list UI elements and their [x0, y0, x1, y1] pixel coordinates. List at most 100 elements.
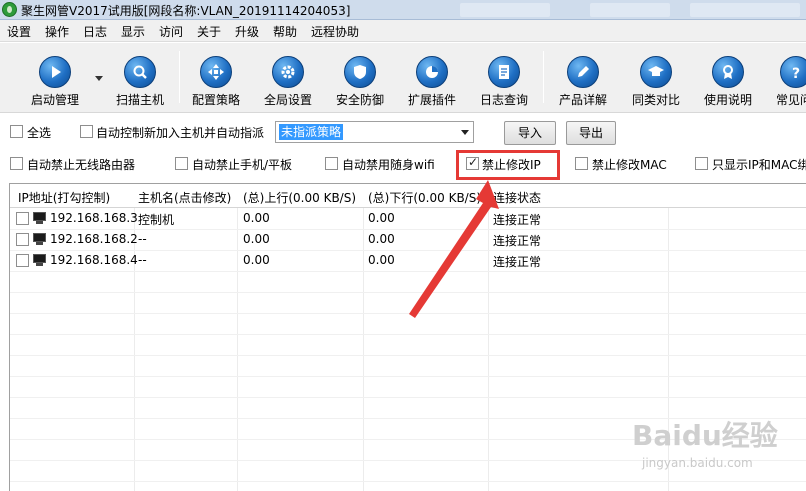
chevron-down-icon[interactable] [95, 76, 103, 81]
usage-guide-button[interactable]: 使用说明 [698, 45, 758, 109]
gear-icon [272, 56, 304, 88]
scan-hosts-button[interactable]: 扫描主机 [108, 45, 172, 109]
menu-bar: 设置 操作 日志 显示 访问 关于 升级 帮助 远程协助 [0, 20, 806, 42]
row-upload: 0.00 [243, 253, 270, 267]
menu-about[interactable]: 关于 [197, 23, 221, 40]
column-header-ip[interactable]: IP地址(打勾控制) [18, 189, 132, 206]
menu-display[interactable]: 显示 [121, 23, 145, 40]
row-divider [10, 376, 806, 377]
menu-remote-assist[interactable]: 远程协助 [311, 23, 359, 40]
row-download: 0.00 [368, 232, 395, 246]
row-checkbox[interactable] [16, 233, 29, 246]
row-checkbox[interactable] [16, 254, 29, 267]
column-header-hostname[interactable]: 主机名(点击修改) [138, 189, 236, 206]
start-manage-label: 启动管理 [30, 93, 79, 107]
ribbon-icon [712, 56, 744, 88]
row-ip: 192.168.168.3 [50, 211, 138, 225]
annotation-arrow [409, 180, 499, 318]
block-wireless-router-checkbox[interactable] [10, 157, 23, 170]
column-header-upload[interactable]: (总)上行(0.00 KB/S) [243, 189, 361, 206]
block-wireless-router-label: 自动禁止无线路由器 [27, 158, 136, 172]
usage-guide-label: 使用说明 [703, 93, 752, 107]
menu-access[interactable]: 访问 [159, 23, 183, 40]
security-defense-button[interactable]: 安全防御 [330, 45, 390, 109]
log-query-label: 日志查询 [479, 93, 528, 107]
computer-icon [33, 254, 46, 266]
extension-plugin-label: 扩展插件 [407, 93, 456, 107]
block-mobile-checkbox[interactable] [175, 157, 188, 170]
row-download: 0.00 [368, 211, 395, 225]
auto-control-label: 自动控制新加入主机并自动指派 [96, 126, 265, 140]
block-mac-change-checkbox[interactable] [575, 157, 588, 170]
move-arrows-icon [200, 56, 232, 88]
comparison-button[interactable]: 同类对比 [626, 45, 686, 109]
row-status: 连接正常 [493, 234, 542, 248]
product-detail-label: 产品详解 [558, 93, 607, 107]
faq-button[interactable]: ? 常见问 [770, 45, 806, 109]
show-bound-only-label: 只显示IP和MAC绑 [712, 158, 806, 172]
log-query-button[interactable]: 日志查询 [474, 45, 534, 109]
row-divider [10, 334, 806, 335]
computer-icon [33, 233, 46, 245]
menu-operate[interactable]: 操作 [45, 23, 69, 40]
document-icon [488, 56, 520, 88]
export-button[interactable]: 导出 [566, 121, 616, 145]
row-hostname[interactable]: -- [138, 253, 147, 267]
block-portable-wifi-label: 自动禁用随身wifi [342, 158, 435, 172]
show-bound-only-checkbox[interactable] [695, 157, 708, 170]
play-icon [39, 56, 71, 88]
config-policy-button[interactable]: 配置策略 [186, 45, 246, 109]
row-upload: 0.00 [243, 232, 270, 246]
shield-icon [344, 56, 376, 88]
menu-log[interactable]: 日志 [83, 23, 107, 40]
row-status: 连接正常 [493, 255, 542, 269]
row-hostname[interactable]: -- [138, 232, 147, 246]
menu-settings[interactable]: 设置 [7, 23, 31, 40]
import-button[interactable]: 导入 [504, 121, 556, 145]
block-mobile-label: 自动禁止手机/平板 [192, 158, 293, 172]
extension-plugin-button[interactable]: 扩展插件 [402, 45, 462, 109]
global-settings-button[interactable]: 全局设置 [258, 45, 318, 109]
block-mac-change-label: 禁止修改MAC [592, 158, 667, 172]
background-tab-ghost [590, 3, 670, 17]
row-download: 0.00 [368, 253, 395, 267]
row-status: 连接正常 [493, 213, 542, 227]
product-detail-button[interactable]: 产品详解 [553, 45, 613, 109]
toolbar-separator [543, 51, 544, 103]
background-tab-ghost [690, 3, 800, 17]
select-all-label: 全选 [27, 126, 52, 140]
edit-icon [567, 56, 599, 88]
row-hostname[interactable]: 控制机 [138, 211, 174, 228]
row-ip: 192.168.168.4 [50, 253, 138, 267]
title-bar: 聚生网管V2017试用版[网段名称:VLAN_20191114204053] [0, 0, 806, 20]
select-all-checkbox[interactable] [10, 125, 23, 138]
policy-select-value: 未指派策略 [279, 124, 344, 140]
column-header-status[interactable]: 连接状态 [493, 189, 663, 206]
auto-control-checkbox[interactable] [80, 125, 93, 138]
svg-text:?: ? [792, 66, 800, 81]
watermark-url: jingyan.baidu.com [642, 456, 753, 470]
row-checkbox[interactable] [16, 212, 29, 225]
faq-label: 常见问 [776, 93, 806, 107]
menu-upgrade[interactable]: 升级 [235, 23, 259, 40]
policy-select[interactable]: 未指派策略 [275, 121, 474, 143]
comparison-label: 同类对比 [631, 93, 680, 107]
start-manage-button[interactable]: 启动管理 [22, 45, 88, 109]
graduation-cap-icon [640, 56, 672, 88]
watermark-brand: Baidu经验 [632, 419, 778, 452]
computer-icon [33, 212, 46, 224]
row-upload: 0.00 [243, 211, 270, 225]
app-logo-icon [2, 2, 17, 17]
chevron-down-icon [461, 130, 469, 135]
block-portable-wifi-checkbox[interactable] [325, 157, 338, 170]
search-icon [124, 56, 156, 88]
row-divider [10, 397, 806, 398]
row-divider [10, 481, 806, 482]
config-policy-label: 配置策略 [191, 93, 240, 107]
toolbar: 启动管理 扫描主机 配置策略 全局设置 安全防御 扩展插件 日志查询 产品详解 … [0, 43, 806, 113]
pie-chart-icon [416, 56, 448, 88]
background-tab-ghost [460, 3, 550, 17]
row-divider [10, 355, 806, 356]
global-settings-label: 全局设置 [263, 93, 312, 107]
menu-help[interactable]: 帮助 [273, 23, 297, 40]
